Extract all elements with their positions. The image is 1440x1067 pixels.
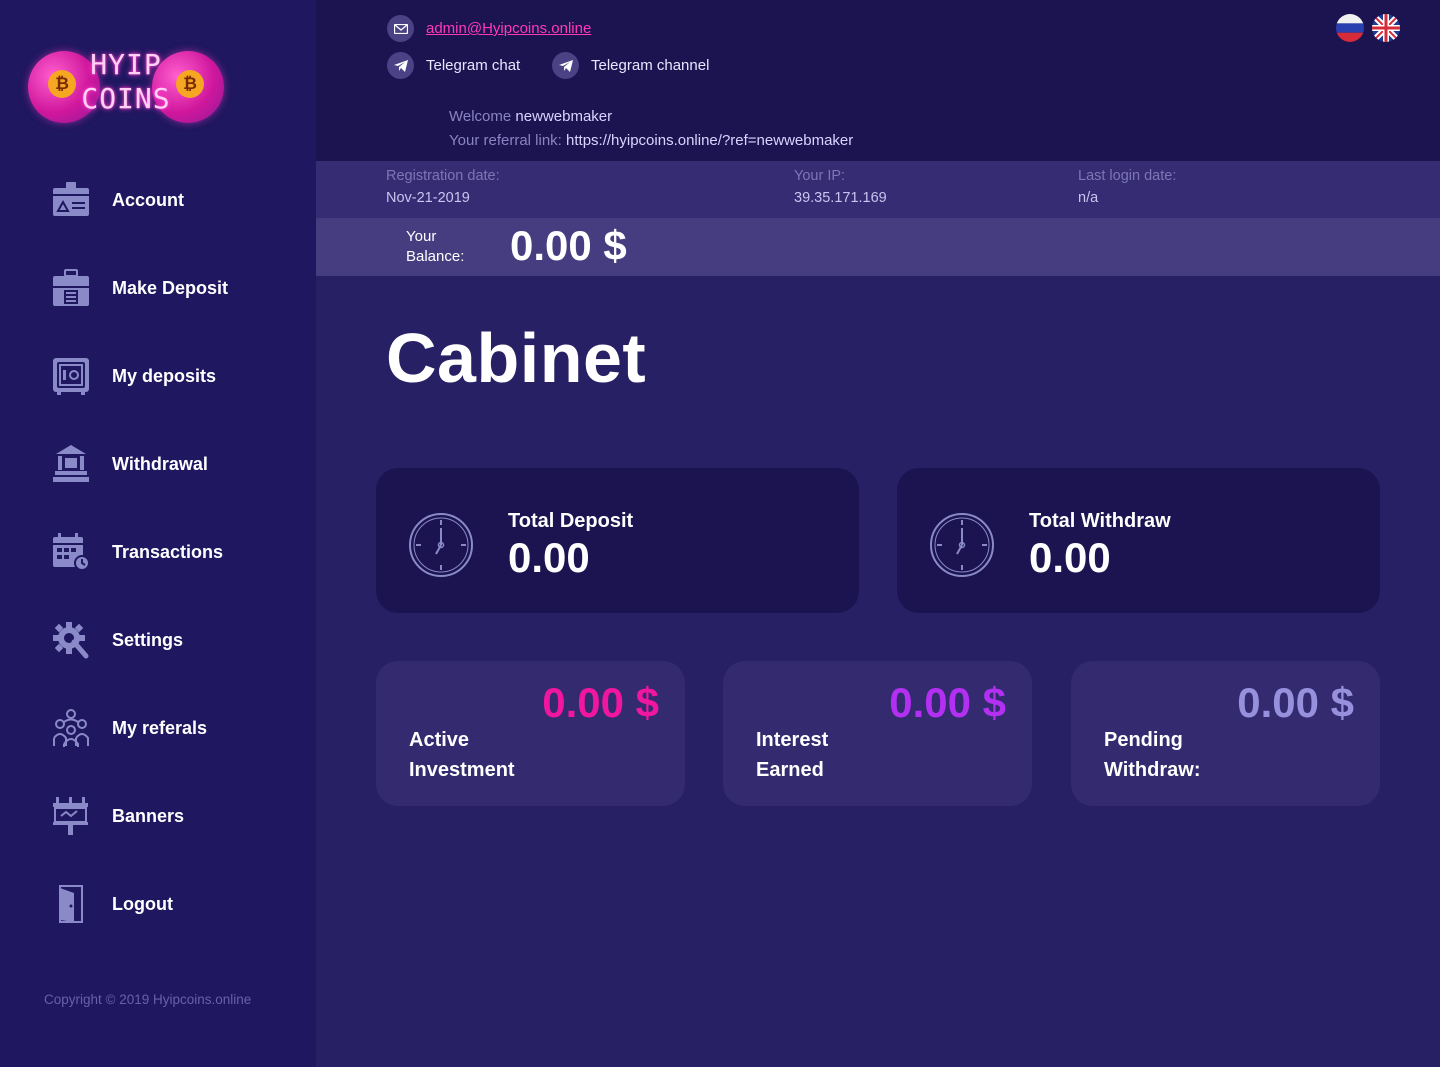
sidebar-item-account[interactable]: Account	[52, 180, 292, 220]
mail-icon	[387, 15, 414, 42]
telegram-chat-contact[interactable]: Telegram chat	[387, 52, 520, 79]
logo-text-line2: COINS	[81, 82, 171, 115]
last-login-label: Last login date:	[1078, 168, 1177, 184]
sidebar-item-my-deposits[interactable]: My deposits	[52, 356, 292, 396]
safe-icon	[53, 358, 89, 395]
stat-label-line1: Pending	[1104, 729, 1183, 751]
balance-label: Your Balance:	[406, 227, 486, 267]
copyright-text: Copyright © 2019 Hyipcoins.online	[44, 992, 252, 1007]
registration-value: Nov-21-2019	[386, 190, 470, 206]
stat-label-line2: Investment	[409, 759, 515, 781]
stat-label-line1: Interest	[756, 729, 829, 751]
telegram-icon	[552, 52, 579, 79]
bitcoin-icon: ₿	[176, 70, 204, 98]
billboard-icon	[53, 797, 88, 835]
bank-icon	[53, 445, 89, 482]
sidebar-item-transactions[interactable]: Transactions	[52, 532, 292, 572]
pending-withdraw-card: 0.00 $ Pending Withdraw:	[1071, 661, 1380, 806]
sidebar: ₿ ₿ HYIP COINS Account Make Deposit My d…	[0, 0, 316, 1067]
sidebar-item-label: Transactions	[112, 541, 224, 562]
sidebar-item-withdrawal[interactable]: Withdrawal	[52, 444, 292, 484]
gear-icon	[53, 622, 89, 659]
clock-icon	[930, 513, 994, 577]
briefcase-icon	[53, 269, 89, 306]
ip-address: Your IP: 39.35.171.169	[794, 168, 887, 206]
uk-flag-icon[interactable]	[1372, 14, 1400, 42]
top-bar: admin@Hyipcoins.online Telegram chat Tel…	[316, 0, 1440, 161]
account-info-strip: Registration date: Nov-21-2019 Your IP: …	[316, 161, 1440, 218]
telegram-chat-link[interactable]: Telegram chat	[426, 57, 520, 74]
sidebar-item-label: Withdrawal	[112, 453, 208, 474]
calendar-icon	[53, 533, 90, 571]
total-withdraw-value: 0.00	[1029, 534, 1111, 581]
stat-label-line2: Earned	[756, 759, 824, 781]
sidebar-item-label: Banners	[112, 805, 185, 826]
referral-prefix: Your referral link:	[449, 132, 562, 149]
page-title: Cabinet	[386, 319, 647, 397]
clock-icon	[409, 513, 473, 577]
russia-flag-icon[interactable]	[1336, 14, 1364, 42]
logo-text-line1: HYIP	[90, 48, 162, 81]
telegram-channel-contact[interactable]: Telegram channel	[552, 52, 709, 79]
interest-earned-card: 0.00 $ Interest Earned	[723, 661, 1032, 806]
account-card-icon	[53, 182, 89, 216]
telegram-channel-link[interactable]: Telegram channel	[591, 57, 709, 74]
sidebar-item-logout[interactable]: Logout	[52, 884, 292, 924]
interest-earned-label: Interest Earned	[756, 725, 916, 785]
last-login-value: n/a	[1078, 190, 1099, 206]
bitcoin-icon: ₿	[48, 70, 76, 98]
balance-label-line1: Your	[406, 228, 437, 245]
sidebar-item-label: Account	[112, 189, 184, 210]
sidebar-item-settings[interactable]: Settings	[52, 620, 292, 660]
total-deposit-title: Total Deposit	[508, 510, 634, 532]
sidebar-item-my-referals[interactable]: My referals	[52, 708, 292, 748]
people-icon	[53, 709, 89, 747]
balance-bar: Your Balance: 0.00 $	[316, 218, 1440, 276]
pending-withdraw-value: 0.00 $	[1237, 679, 1354, 726]
referral-link-row: Your referral link: https://hyipcoins.on…	[449, 132, 853, 149]
total-deposit-value: 0.00	[508, 534, 590, 581]
welcome-prefix: Welcome	[449, 108, 512, 125]
telegram-icon	[387, 52, 414, 79]
registration-date: Registration date: Nov-21-2019	[386, 168, 500, 206]
total-deposit-card: Total Deposit 0.00	[376, 468, 859, 613]
last-login: Last login date: n/a	[1078, 168, 1176, 206]
stat-label-line2: Withdraw:	[1104, 759, 1201, 781]
active-investment-value: 0.00 $	[542, 679, 659, 726]
sidebar-item-label: Settings	[112, 629, 184, 650]
ip-value: 39.35.171.169	[794, 190, 887, 206]
balance-label-line2: Balance:	[406, 248, 465, 265]
interest-earned-value: 0.00 $	[889, 679, 1006, 726]
email-contact: admin@Hyipcoins.online	[387, 15, 591, 42]
referral-link[interactable]: https://hyipcoins.online/?ref=newwebmake…	[566, 132, 853, 149]
sidebar-item-make-deposit[interactable]: Make Deposit	[52, 268, 292, 308]
total-withdraw-title: Total Withdraw	[1029, 510, 1171, 532]
sidebar-item-label: My referals	[112, 717, 208, 738]
sidebar-item-label: My deposits	[112, 365, 217, 386]
site-logo[interactable]: ₿ ₿ HYIP COINS	[28, 48, 224, 124]
balance-value: 0.00 $	[510, 222, 627, 269]
welcome-text: Welcome newwebmaker	[449, 108, 612, 125]
active-investment-card: 0.00 $ Active Investment	[376, 661, 685, 806]
stat-label-line1: Active	[409, 729, 470, 751]
email-link[interactable]: admin@Hyipcoins.online	[426, 20, 591, 37]
ip-label: Your IP:	[794, 168, 846, 184]
sidebar-item-label: Logout	[112, 893, 173, 914]
username: newwebmaker	[515, 108, 613, 125]
registration-label: Registration date:	[386, 168, 500, 184]
pending-withdraw-label: Pending Withdraw:	[1104, 725, 1264, 785]
sidebar-item-label: Make Deposit	[112, 277, 229, 298]
total-withdraw-card: Total Withdraw 0.00	[897, 468, 1380, 613]
active-investment-label: Active Investment	[409, 725, 569, 785]
door-icon	[59, 885, 83, 923]
sidebar-item-banners[interactable]: Banners	[52, 796, 292, 836]
